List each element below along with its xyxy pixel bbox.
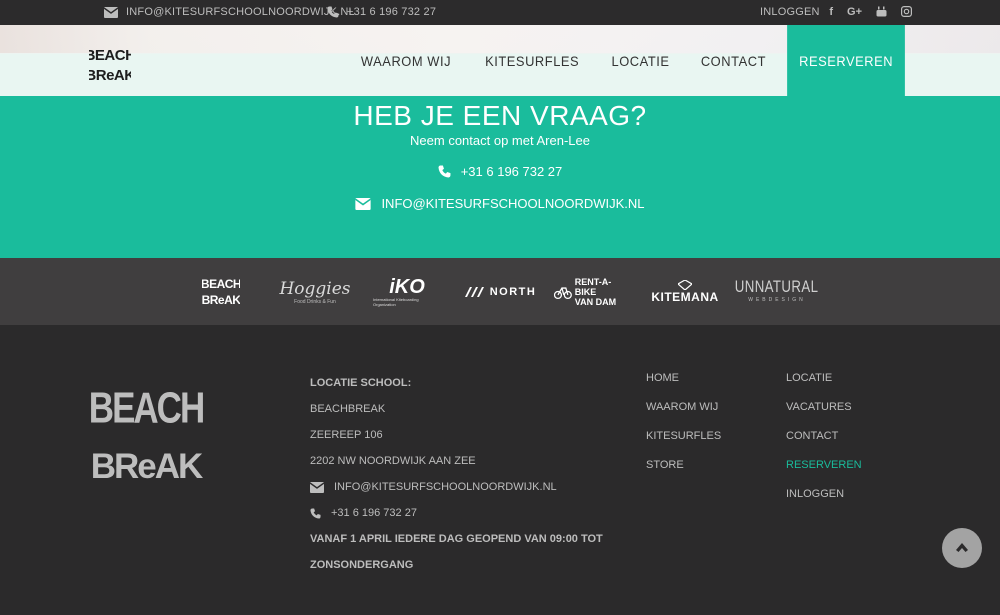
footer-link-reserveren[interactable]: RESERVEREN	[786, 459, 862, 471]
topbar-email-text: INFO@KITESURFSCHOOLNOORDWIJK.NL	[126, 6, 355, 18]
partner-iko-logo[interactable]: iKO International Kiteboarding Organizat…	[373, 272, 441, 312]
footer-link-contact[interactable]: CONTACT	[786, 430, 838, 442]
contact-section: HEB JE EEN VRAAG? Neem contact op met Ar…	[0, 96, 1000, 258]
scroll-to-top-button[interactable]	[942, 528, 982, 568]
instagram-icon[interactable]	[901, 6, 913, 20]
partner-unnatural-logo[interactable]: UNNATURAL WEBDESIGN	[735, 270, 818, 310]
contact-phone-text: +31 6 196 732 27	[460, 164, 563, 179]
partner-north-logo[interactable]: NORTH	[462, 272, 538, 312]
footer-phone[interactable]: +31 6 196 732 27	[310, 507, 417, 519]
topbar-login-link[interactable]: INLOGGEN	[760, 6, 820, 18]
partner-rentabike-logo[interactable]: RENT-A-BIKE VAN DAM	[554, 272, 632, 312]
topbar-phone-text: +31 6 196 732 27	[347, 6, 437, 18]
social-links: f G+	[829, 6, 913, 20]
nav-locatie[interactable]: LOCATIE	[599, 25, 681, 96]
svg-text:BEACH: BEACH	[89, 384, 203, 433]
location-city: 2202 NW NOORDWIJK AAN ZEE	[310, 455, 476, 467]
footer-link-store[interactable]: STORE	[646, 459, 684, 471]
topbar-email[interactable]: INFO@KITESURFSCHOOLNOORDWIJK.NL	[104, 6, 355, 18]
footer-link-inloggen[interactable]: INLOGGEN	[786, 488, 844, 500]
nav-waarom-wij[interactable]: WAAROM WIJ	[349, 25, 463, 96]
envelope-icon	[104, 6, 118, 18]
footer-email[interactable]: INFO@KITESURFSCHOOLNOORDWIJK.NL	[310, 481, 557, 493]
location-name: BEACHBREAK	[310, 403, 386, 415]
svg-text:BEACH: BEACH	[89, 47, 131, 64]
top-bar: INFO@KITESURFSCHOOLNOORDWIJK.NL +31 6 19…	[0, 0, 1000, 25]
site-footer: BEACH BReAK LOCATIE SCHOOL: BEACHBREAK Z…	[0, 325, 1000, 615]
bike-icon	[554, 287, 572, 300]
contact-title: HEB JE EEN VRAAG?	[353, 100, 647, 131]
location-street: ZEEREEP 106	[310, 429, 383, 441]
footer-link-locatie[interactable]: LOCATIE	[786, 372, 832, 384]
envelope-icon	[355, 197, 372, 210]
footer-link-kitesurfles[interactable]: KITESURFLES	[646, 430, 721, 442]
footer-link-waarom-wij[interactable]: WAAROM WIJ	[646, 401, 718, 413]
partner-beachbreak-logo[interactable]: BEACH BReAK	[202, 272, 240, 312]
phone-icon	[310, 507, 321, 519]
phone-icon	[438, 165, 451, 178]
nav-contact[interactable]: CONTACT	[689, 25, 778, 96]
phone-icon	[327, 6, 339, 18]
partner-logos: BEACH BReAK Hoggies Food Drinks & Fun iK…	[0, 258, 1000, 325]
kitemana-mark-icon	[678, 280, 692, 290]
topbar-phone[interactable]: +31 6 196 732 27	[327, 6, 436, 18]
svg-text:BEACH: BEACH	[202, 277, 240, 291]
north-mark-icon	[464, 287, 484, 297]
google-plus-icon[interactable]: G+	[847, 6, 862, 20]
contact-subtitle: Neem contact op met Aren-Lee	[410, 133, 590, 148]
footer-phone-text: +31 6 196 732 27	[331, 507, 417, 519]
contact-email-text: INFO@KITESURFSCHOOLNOORDWIJK.NL	[381, 196, 645, 211]
footer-email-text: INFO@KITESURFSCHOOLNOORDWIJK.NL	[334, 481, 557, 493]
topbar-login-text: INLOGGEN	[760, 6, 820, 18]
partner-kitemana-logo[interactable]: KITEMANA	[646, 272, 724, 312]
svg-text:BReAK: BReAK	[89, 67, 131, 84]
contact-phone[interactable]: +31 6 196 732 27	[0, 164, 1000, 179]
youtube-icon[interactable]	[876, 6, 887, 20]
svg-text:BReAK: BReAK	[91, 447, 203, 484]
footer-link-vacatures[interactable]: VACATURES	[786, 401, 852, 413]
footer-link-home[interactable]: HOME	[646, 372, 679, 384]
partner-hoggies-logo[interactable]: Hoggies Food Drinks & Fun	[279, 272, 350, 312]
arrow-up-icon	[956, 543, 968, 552]
svg-text:BReAK: BReAK	[202, 293, 240, 307]
nav-reserveren[interactable]: RESERVEREN	[786, 25, 905, 96]
opening-hours-line-2: ZONSONDERGANG	[310, 559, 414, 571]
nav-kitesurfles[interactable]: KITESURFLES	[473, 25, 591, 96]
facebook-icon[interactable]: f	[829, 6, 833, 20]
location-heading: LOCATIE SCHOOL:	[310, 377, 412, 389]
beachbreak-logo[interactable]: BEACH BReAK	[89, 44, 131, 84]
contact-email[interactable]: INFO@KITESURFSCHOOLNOORDWIJK.NL	[0, 196, 1000, 211]
main-nav: WAAROM WIJ KITESURFLES LOCATIE CONTACT R…	[344, 25, 910, 96]
opening-hours-line-1: VANAF 1 APRIL IEDERE DAG GEOPEND VAN 09:…	[310, 533, 603, 545]
envelope-icon	[310, 481, 324, 493]
footer-beachbreak-logo: BEACH BReAK	[89, 384, 203, 484]
